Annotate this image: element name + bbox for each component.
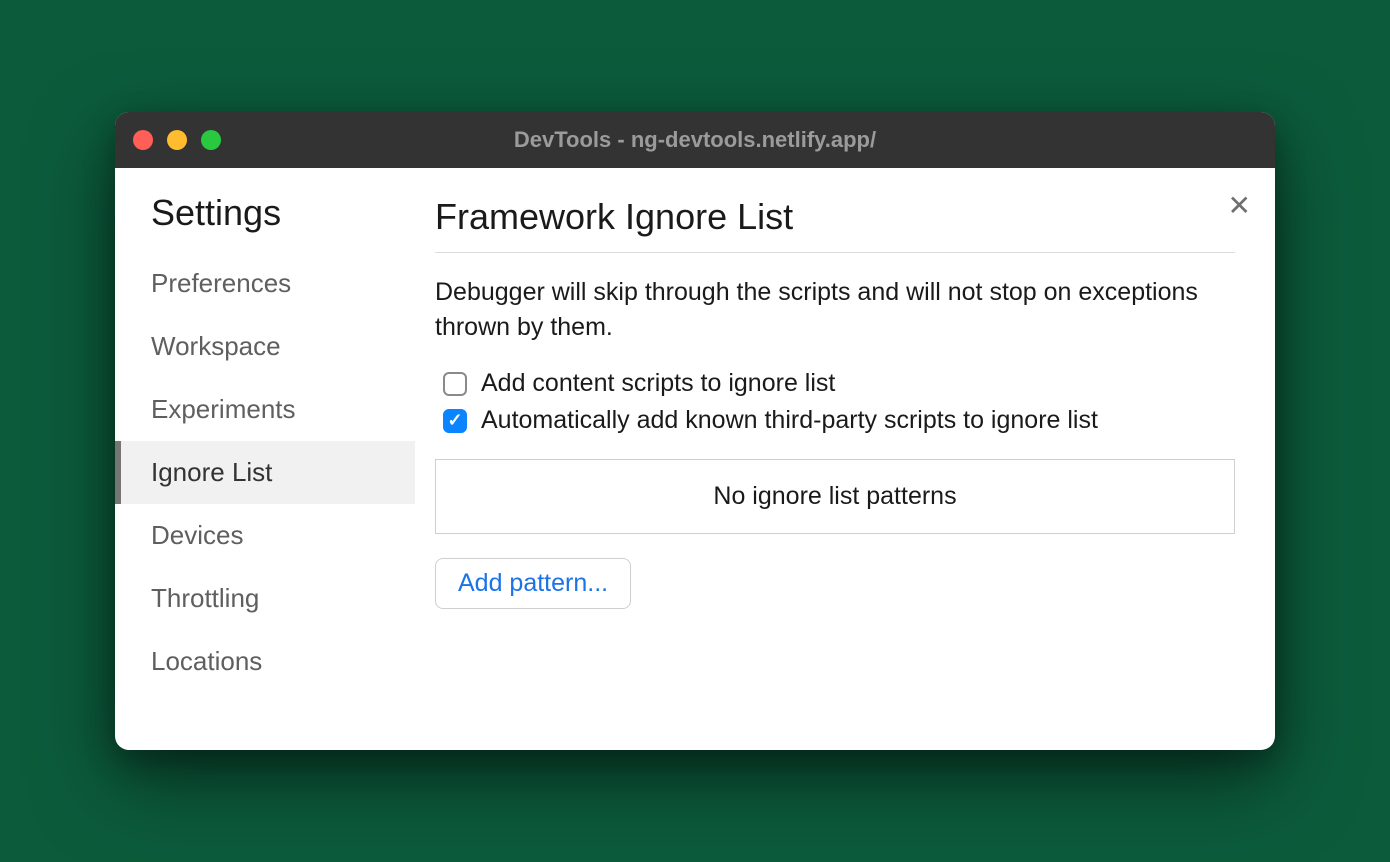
- checkbox-content-scripts[interactable]: [443, 372, 467, 396]
- main-panel: Framework Ignore List Debugger will skip…: [415, 168, 1275, 750]
- checkbox-row-third-party[interactable]: ✓ Automatically add known third-party sc…: [435, 406, 1235, 435]
- checkbox-row-content-scripts[interactable]: Add content scripts to ignore list: [435, 369, 1235, 398]
- checkmark-icon: ✓: [447, 410, 462, 431]
- checkbox-third-party[interactable]: ✓: [443, 409, 467, 433]
- window-title: DevTools - ng-devtools.netlify.app/: [115, 127, 1275, 153]
- sidebar-item-devices[interactable]: Devices: [115, 504, 415, 567]
- sidebar-item-experiments[interactable]: Experiments: [115, 378, 415, 441]
- sidebar-item-throttling[interactable]: Throttling: [115, 567, 415, 630]
- page-title: Framework Ignore List: [435, 196, 1235, 253]
- add-pattern-button[interactable]: Add pattern...: [435, 558, 631, 609]
- settings-sidebar: Settings Preferences Workspace Experimen…: [115, 168, 415, 750]
- sidebar-item-locations[interactable]: Locations: [115, 630, 415, 693]
- sidebar-item-preferences[interactable]: Preferences: [115, 252, 415, 315]
- sidebar-item-workspace[interactable]: Workspace: [115, 315, 415, 378]
- sidebar-item-ignore-list[interactable]: Ignore List: [115, 441, 415, 504]
- traffic-lights: [133, 130, 221, 150]
- titlebar: DevTools - ng-devtools.netlify.app/: [115, 112, 1275, 168]
- devtools-window: DevTools - ng-devtools.netlify.app/ ✕ Se…: [115, 112, 1275, 750]
- description-text: Debugger will skip through the scripts a…: [435, 275, 1235, 345]
- content-area: ✕ Settings Preferences Workspace Experim…: [115, 168, 1275, 750]
- close-window-button[interactable]: [133, 130, 153, 150]
- patterns-empty-box: No ignore list patterns: [435, 459, 1235, 534]
- close-icon[interactable]: ✕: [1228, 192, 1251, 220]
- sidebar-title: Settings: [115, 192, 415, 252]
- maximize-window-button[interactable]: [201, 130, 221, 150]
- checkbox-label-third-party: Automatically add known third-party scri…: [481, 406, 1098, 435]
- checkbox-label-content-scripts: Add content scripts to ignore list: [481, 369, 835, 398]
- minimize-window-button[interactable]: [167, 130, 187, 150]
